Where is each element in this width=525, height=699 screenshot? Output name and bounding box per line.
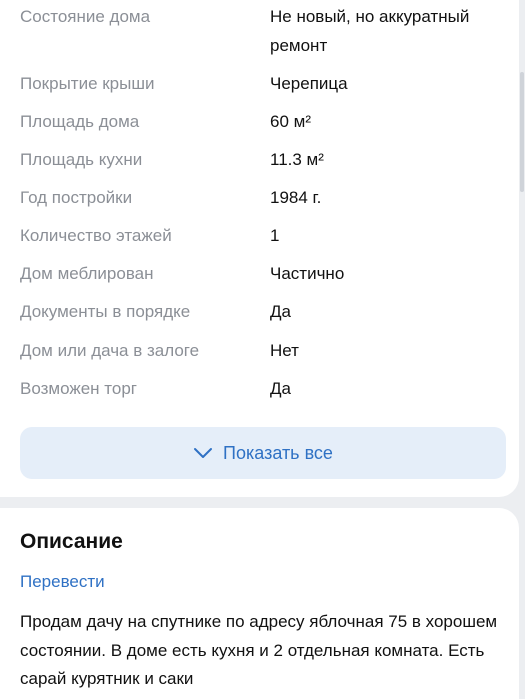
detail-value: Не новый, но аккуратный ремонт — [270, 7, 470, 55]
detail-value: 60 м² — [270, 112, 311, 131]
detail-label: Количество этажей — [20, 226, 172, 245]
chevron-down-icon — [194, 448, 213, 458]
details-card: Состояние дома Не новый, но аккуратный р… — [0, 0, 519, 497]
detail-label: Площадь дома — [20, 112, 140, 131]
detail-value: 1 — [270, 226, 280, 245]
translate-link[interactable]: Перевести — [20, 572, 105, 592]
detail-label: Возможен торг — [20, 379, 137, 398]
detail-label: Документы в порядке — [20, 302, 191, 321]
detail-value: Нет — [270, 341, 299, 360]
show-all-button[interactable]: Показать все — [20, 427, 506, 479]
detail-value: Да — [270, 379, 291, 398]
description-text: Продам дачу на спутнике по адресу яблочн… — [20, 612, 498, 688]
detail-label: Состояние дома — [20, 7, 151, 26]
detail-value: Черепица — [270, 74, 348, 93]
detail-value: Частично — [270, 264, 345, 283]
detail-value: Да — [270, 302, 291, 321]
detail-label: Площадь кухни — [20, 150, 143, 169]
description-title: Описание — [20, 530, 123, 553]
detail-label: Покрытие крыши — [20, 74, 155, 93]
description-card: Описание Перевести Продам дачу на спутни… — [0, 508, 519, 699]
detail-label: Дом или дача в залоге — [20, 341, 200, 360]
scrollbar[interactable] — [520, 72, 524, 192]
detail-value: 1984 г. — [270, 188, 322, 207]
detail-label: Дом меблирован — [20, 264, 154, 283]
detail-label: Год постройки — [20, 188, 133, 207]
show-all-label: Показать все — [223, 442, 333, 463]
detail-value: 11.3 м² — [270, 150, 324, 169]
listing-page: Состояние дома Не новый, но аккуратный р… — [0, 0, 525, 699]
